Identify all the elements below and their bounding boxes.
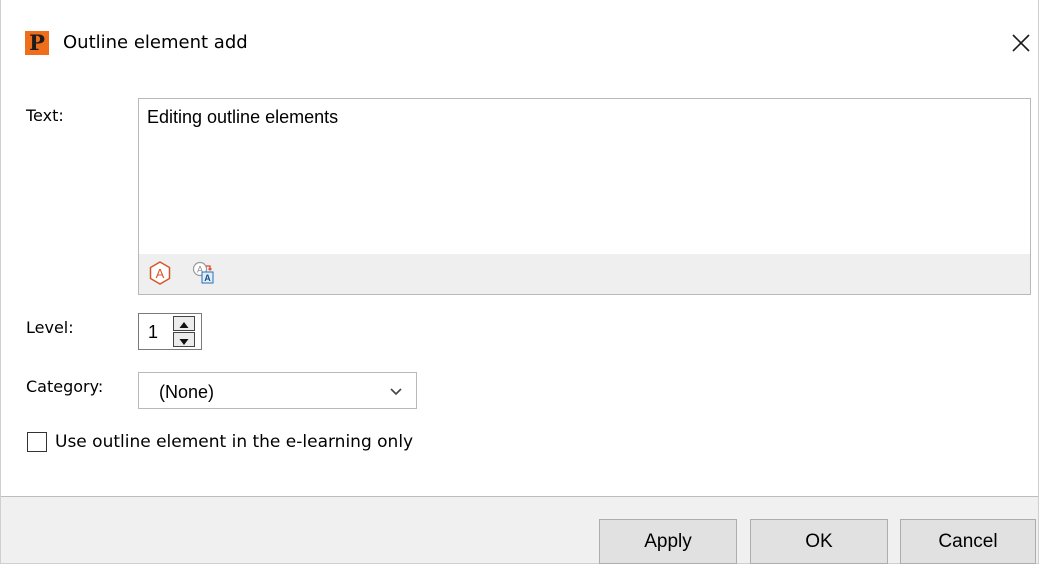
level-spin-buttons	[173, 316, 195, 347]
font-style-icon: A	[149, 261, 171, 285]
cancel-button[interactable]: Cancel	[900, 519, 1036, 564]
text-label: Text:	[26, 106, 64, 125]
close-icon	[1012, 34, 1030, 52]
button-bar: Apply OK Cancel	[1, 497, 1038, 564]
elearning-only-label[interactable]: Use outline element in the e-learning on…	[55, 432, 413, 453]
font-style-button[interactable]: A	[147, 260, 173, 286]
ok-button[interactable]: OK	[750, 519, 888, 564]
svg-text:A: A	[204, 273, 211, 283]
text-toolbar: A A A	[139, 254, 1030, 294]
dialog-window: P Outline element add Text: Editing outl…	[0, 0, 1039, 564]
category-value: (None)	[159, 382, 215, 402]
close-button[interactable]	[1007, 29, 1035, 57]
text-input[interactable]: Editing outline elements A A A	[138, 98, 1031, 295]
apply-button[interactable]: Apply	[599, 519, 737, 564]
translate-icon: A A	[192, 261, 214, 284]
level-increment-button[interactable]	[173, 316, 195, 331]
text-input-value[interactable]: Editing outline elements	[147, 106, 338, 128]
translate-button[interactable]: A A	[191, 260, 217, 286]
title-bar[interactable]: P Outline element add	[1, 1, 1038, 81]
category-select[interactable]: (None)	[138, 372, 417, 409]
chevron-down-icon	[390, 388, 402, 396]
level-stepper[interactable]: 1	[138, 313, 202, 350]
arrow-up-icon	[179, 322, 189, 328]
category-label: Category:	[26, 377, 104, 396]
app-logo-icon: P	[25, 31, 49, 55]
arrow-down-icon	[179, 339, 189, 345]
elearning-only-checkbox[interactable]	[27, 432, 47, 452]
level-decrement-button[interactable]	[173, 332, 195, 347]
level-value[interactable]: 1	[148, 322, 158, 342]
svg-text:A: A	[156, 266, 165, 281]
dialog-title: Outline element add	[63, 32, 248, 53]
level-label: Level:	[26, 318, 74, 337]
